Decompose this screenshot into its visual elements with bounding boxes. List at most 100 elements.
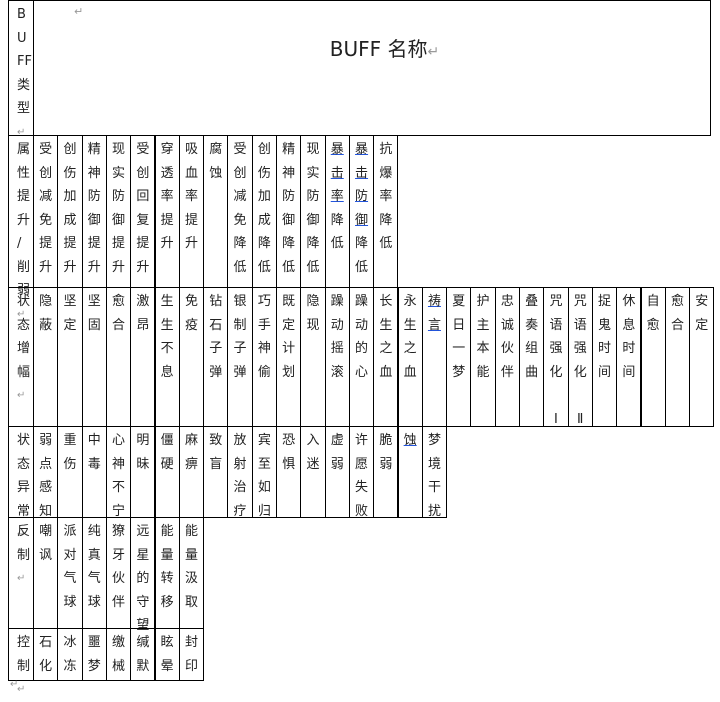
buff-name-char: 提 bbox=[184, 212, 198, 228]
buff-name-char: 减 bbox=[39, 189, 53, 204]
buff-name: 能量汲取 bbox=[180, 520, 203, 614]
row-label-char: 状 bbox=[17, 433, 31, 448]
buff-name-char: 化 bbox=[573, 364, 587, 380]
buff-name-char: 伙 bbox=[112, 571, 126, 586]
buff-name-char: 精 bbox=[87, 142, 101, 157]
title-text: BUFF 名称 bbox=[329, 37, 428, 61]
buff-name-char: 愿 bbox=[355, 456, 369, 472]
buff-name-char: 能 bbox=[160, 524, 174, 539]
buff-cell: 缄默 bbox=[130, 628, 156, 681]
buff-name-char: 击 bbox=[355, 165, 369, 181]
row-label: 状态增幅 ↵ bbox=[17, 290, 30, 408]
buff-name-char: 至 bbox=[257, 456, 271, 472]
buff-name-char: 神 bbox=[87, 165, 101, 181]
buff-name: 缄默 bbox=[131, 631, 154, 678]
buff-name-char: 降 bbox=[257, 236, 271, 251]
buff-name-char: 弱 bbox=[330, 456, 344, 472]
buff-name-char: 远 bbox=[136, 524, 150, 539]
buff-name: 忠诚伙伴 bbox=[496, 290, 519, 384]
buff-name-char: 合 bbox=[670, 317, 684, 333]
buff-name-char: 梦 bbox=[452, 364, 466, 380]
buff-name-char: 钻 bbox=[209, 294, 223, 309]
buff-name-char: 率 bbox=[184, 189, 198, 204]
buff-name: 咒语强化 Ⅱ bbox=[569, 290, 592, 431]
buff-name-char: 獠 bbox=[112, 524, 126, 539]
buff-name-char: 祷 bbox=[427, 294, 441, 309]
buff-name-char: 默 bbox=[136, 658, 150, 674]
buff-name: 恐惧 bbox=[277, 429, 300, 476]
buff-name-char: 愈 bbox=[112, 294, 126, 309]
buff-name-char: 长 bbox=[379, 294, 393, 309]
buff-name: 坚固 bbox=[83, 290, 106, 337]
buff-name-char: 巧 bbox=[257, 294, 271, 309]
row-label-cell: 控制 ↵ bbox=[8, 628, 34, 695]
buff-name-char: 重 bbox=[63, 433, 77, 448]
buff-cell: 脆弱 bbox=[373, 426, 399, 518]
buff-name-char: 现 bbox=[112, 142, 126, 157]
buff-cell: 弱点感知 bbox=[33, 426, 59, 519]
buff-name-char: 防 bbox=[282, 189, 296, 204]
buff-name: 眩晕 bbox=[156, 631, 179, 678]
buff-cell: 咒语强化 Ⅱ bbox=[567, 287, 593, 427]
buff-name-char: 穿 bbox=[160, 142, 174, 157]
buff-name-char: 成 bbox=[63, 212, 77, 228]
buff-cell: 长生之血 bbox=[373, 287, 399, 427]
buff-name-char: 防 bbox=[306, 189, 320, 204]
buff-name-char: 讽 bbox=[39, 547, 53, 563]
buff-name: 纯真气球 bbox=[83, 520, 106, 614]
buff-name-char: 降 bbox=[379, 212, 393, 228]
buff-name-char: 心 bbox=[355, 364, 369, 380]
buff-name-char: 疗 bbox=[233, 503, 247, 519]
buff-name-char: 动 bbox=[355, 317, 369, 333]
buff-name: 夏日一梦 bbox=[447, 290, 470, 384]
buff-name: 创伤加成提升 bbox=[58, 138, 81, 279]
buff-name: 重伤 bbox=[58, 429, 81, 476]
buff-name-char: 低 bbox=[257, 259, 271, 275]
buff-name-char: 生 bbox=[379, 317, 393, 333]
buff-name-char: 坚 bbox=[63, 294, 77, 309]
buff-name-char: Ⅰ bbox=[554, 411, 558, 427]
buff-name: 弱点感知 bbox=[34, 429, 57, 523]
buff-name-char: 银 bbox=[233, 294, 247, 309]
buff-name: 自愈 bbox=[642, 290, 665, 337]
buff-name-char: 气 bbox=[87, 571, 101, 586]
buff-name-char: 干 bbox=[427, 480, 441, 495]
buff-cell: 叠奏组曲 bbox=[519, 287, 545, 427]
buff-name-char: 量 bbox=[184, 547, 198, 563]
buff-name-char: 弱 bbox=[39, 433, 53, 448]
row-label-char: 状 bbox=[17, 294, 31, 309]
buff-name-char: 升 bbox=[39, 259, 53, 275]
buff-cell: 免疫 bbox=[178, 287, 205, 427]
buff-name-char: 不 bbox=[160, 341, 174, 356]
buff-name-char: 率 bbox=[379, 189, 393, 204]
buff-name: 精神防御降低 bbox=[277, 138, 300, 279]
buff-name-char: 暴 bbox=[355, 142, 369, 157]
type-label-char: 类 bbox=[17, 77, 31, 93]
buff-name-char: 治 bbox=[233, 480, 247, 495]
buff-name-char: 手 bbox=[257, 317, 271, 333]
buff-name-char: 如 bbox=[257, 480, 271, 495]
buff-name-char: 加 bbox=[63, 189, 77, 204]
buff-cell: 坚固 bbox=[81, 287, 107, 427]
buff-name: 银制子弹 bbox=[228, 290, 251, 384]
buff-cell: 精神防御降低 bbox=[276, 135, 302, 288]
buff-cell: 创伤加成提升 bbox=[57, 135, 83, 288]
buff-name-char: 坚 bbox=[87, 294, 101, 309]
buff-name-char: 蚀 bbox=[403, 433, 417, 448]
buff-cell: 石化 bbox=[33, 628, 59, 681]
buff-cell: 噩梦 bbox=[81, 628, 107, 681]
buff-cell: 巧手神偷 bbox=[251, 287, 277, 427]
buff-name-char: 印 bbox=[184, 658, 198, 674]
row-label-cell: 状态异常 ↵ bbox=[8, 426, 34, 540]
buff-name-char: 实 bbox=[306, 165, 320, 181]
title-cell: ↵ BUFF 名称↵ bbox=[33, 0, 711, 136]
buff-name: 麻痹 bbox=[180, 429, 203, 476]
buff-name-char: 低 bbox=[379, 236, 393, 251]
buff-cell: 心神不宁 bbox=[105, 426, 132, 519]
buff-name-char: 御 bbox=[355, 212, 369, 228]
buff-name-char: 噩 bbox=[87, 635, 101, 650]
row-label-char: 幅 ↵ bbox=[17, 361, 30, 408]
row-label-char: / bbox=[17, 236, 22, 251]
buff-name-char: 失 bbox=[355, 480, 369, 495]
buff-name-char: 组 bbox=[525, 341, 539, 356]
